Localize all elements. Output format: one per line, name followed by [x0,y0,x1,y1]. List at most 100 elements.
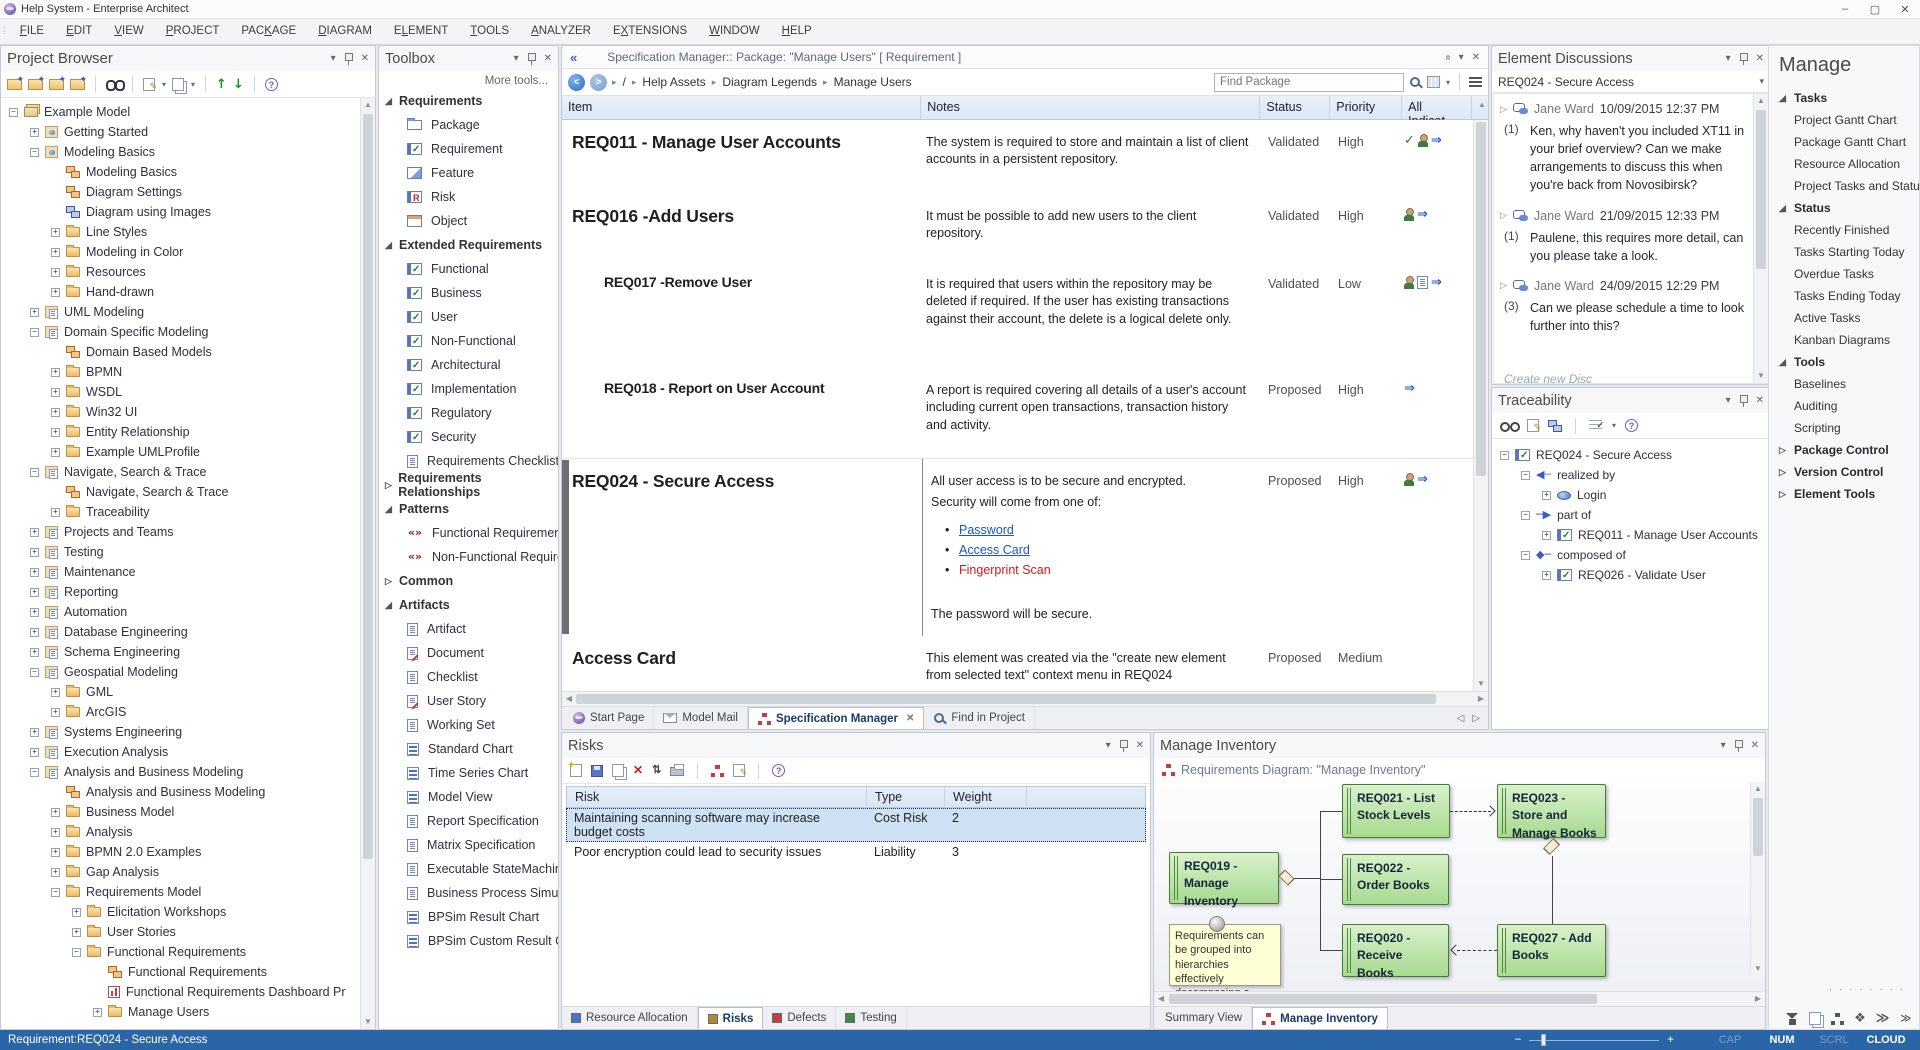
toolbox-item-matrix-specification[interactable]: Matrix Specification [385,833,558,857]
toolbox-section-patterns[interactable]: ◢Patterns [385,497,558,521]
toolbox-item-business[interactable]: Business [385,281,558,305]
save-icon[interactable] [591,765,603,777]
spec-hscrollbar[interactable]: ◀ ▶ [562,691,1488,706]
scroll-right-icon[interactable]: ▶ [1474,692,1488,706]
move-up-icon[interactable] [216,78,227,91]
panel-menu-icon[interactable]: ▾ [514,53,519,64]
toolbox-item-executable-statemachine[interactable]: Executable StateMachine [385,857,558,881]
manage-section-status[interactable]: ◢Status [1779,197,1919,219]
manage-item-tasks-starting-today[interactable]: Tasks Starting Today [1779,241,1919,263]
tree-item[interactable]: +Schema Engineering [5,642,357,662]
toolbox-item-document[interactable]: Document [385,641,558,665]
discussion-thread[interactable]: ▷Jane Ward21/09/2015 12:33 PM(1)Paulene,… [1500,209,1762,265]
expand-icon[interactable]: + [1542,491,1551,500]
diagram-node-req019[interactable]: REQ019 - Manage Inventory [1169,852,1279,904]
expand-icon[interactable]: + [51,808,60,817]
tree-icon[interactable] [711,765,724,777]
expand-icon[interactable]: + [51,868,60,877]
menu-tools[interactable]: TOOLS [459,19,520,44]
tree-item[interactable]: +BPMN 2.0 Examples [5,842,357,862]
expand-icon[interactable]: ▷ [1500,104,1507,115]
collapse-icon[interactable]: − [30,768,39,777]
close-button[interactable]: ✕ [1890,3,1920,16]
toolbox-item-requirement[interactable]: Requirement [385,137,558,161]
expand-icon[interactable]: + [30,308,39,317]
discussion-thread[interactable]: ▷Jane Ward24/09/2015 12:29 PM(3)Can we p… [1500,279,1762,335]
toolbox-item-feature[interactable]: Feature [385,161,558,185]
back-button[interactable]: < [568,74,585,91]
scroll-down-icon[interactable]: ▼ [361,1015,375,1029]
toolbox-item-non-functional[interactable]: Non-Functional [385,329,558,353]
toolbox-item-artifact[interactable]: Artifact [385,617,558,641]
expand-icon[interactable]: + [30,588,39,597]
collapse-icon[interactable]: − [30,668,39,677]
expand-icon[interactable]: + [72,928,81,937]
panel-close-icon[interactable]: ✕ [1472,52,1480,63]
tree-item[interactable]: +REQ011 - Manage User Accounts [1496,525,1766,545]
collapse-icon[interactable]: − [30,468,39,477]
toolbox-item-security[interactable]: Security [385,425,558,449]
expand-icon[interactable]: + [1542,571,1551,580]
tree-item[interactable]: −Navigate, Search & Trace [5,462,357,482]
panel-menu-icon[interactable]: ▾ [1106,740,1111,751]
collapse-icon[interactable]: − [51,888,60,897]
spec-row-notes-cell[interactable]: The system is required to store and main… [922,120,1262,194]
tab-summary-view[interactable]: Summary View [1156,1007,1252,1029]
panel-close-icon[interactable]: ✕ [544,53,552,64]
spec-row[interactable]: REQ016 -Add UsersIt must be possible to … [562,194,1488,262]
find-package-input[interactable] [1214,73,1404,92]
tree-item[interactable]: −Analysis and Business Modeling [5,762,357,782]
risk-row[interactable]: Maintaining scanning software may increa… [566,808,1146,842]
sitemap-icon[interactable] [1831,1013,1844,1025]
tab-start-page[interactable]: Start Page [564,707,654,729]
column-header-notes[interactable]: Notes [921,96,1260,119]
toolbox-item-risk[interactable]: Risk [385,185,558,209]
scroll-up-icon[interactable]: ▲ [361,98,375,112]
pin-icon[interactable] [527,53,536,65]
tree-item[interactable]: −REQ024 - Secure Access [1496,445,1766,465]
expand-icon[interactable]: + [51,268,60,277]
layers-icon[interactable] [1854,1012,1866,1025]
expand-icon[interactable]: + [51,248,60,257]
new-icon[interactable] [570,764,582,777]
manage-item-kanban-diagrams[interactable]: Kanban Diagrams [1779,329,1919,351]
tree-item[interactable]: +Database Engineering [5,622,357,642]
diagram-node-req023[interactable]: REQ023 - Store and Manage Books [1497,784,1606,838]
panel-close-icon[interactable]: ✕ [361,53,369,64]
zoom-slider[interactable] [1529,1040,1659,1041]
collapse-left-icon[interactable]: « [570,50,577,65]
home-icon[interactable] [1786,1013,1799,1025]
tree-item[interactable]: +Entity Relationship [5,422,357,442]
toolbox-item-implementation[interactable]: Implementation [385,377,558,401]
help-icon[interactable] [265,78,278,91]
toolbox-item-business-process-simulati[interactable]: Business Process Simulati [385,881,558,905]
manage-item-project-gantt-chart[interactable]: Project Gantt Chart [1779,109,1919,131]
expand-icon[interactable]: + [1542,531,1551,540]
tree-item[interactable]: −Geospatial Modeling [5,662,357,682]
tree-item[interactable]: +Login [1496,485,1766,505]
tab-resource-allocation[interactable]: Resource Allocation [562,1007,698,1029]
expand-icon[interactable]: + [51,828,60,837]
tree-item[interactable]: +Example UMLProfile [5,442,357,462]
column-header-weight[interactable]: Weight [945,787,1027,807]
pin-icon[interactable] [1734,740,1743,752]
diagram-node-req027[interactable]: REQ027 - Add Books [1497,924,1606,977]
column-header-priority[interactable]: Priority [1330,96,1402,119]
tree-item[interactable]: Diagram Settings [5,182,357,202]
toolbox-section-artifacts[interactable]: ◢Artifacts [385,593,558,617]
spec-row-notes-cell[interactable]: A report is required covering all detail… [922,368,1262,458]
toolbox-item-architectural[interactable]: Architectural [385,353,558,377]
delete-icon[interactable] [633,764,643,777]
spec-row[interactable]: REQ011 - Manage User AccountsThe system … [562,120,1488,194]
tab-risks[interactable]: Risks [698,1007,764,1029]
tree-item[interactable]: −◀┄realized by [1496,465,1766,485]
tree-item[interactable]: Functional Requirements [5,962,357,982]
tab-scroll-arrows[interactable]: ◁▷ [1457,713,1488,724]
scroll-left-icon[interactable]: ◀ [562,692,576,706]
tree-item[interactable]: −─▶part of [1496,505,1766,525]
expand-icon[interactable]: + [30,568,39,577]
element-link[interactable]: Password [959,523,1014,537]
collapse-icon[interactable]: − [1521,551,1530,560]
scroll-up-icon[interactable]: ▲ [1472,96,1488,119]
tree-item[interactable]: +Elicitation Workshops [5,902,357,922]
